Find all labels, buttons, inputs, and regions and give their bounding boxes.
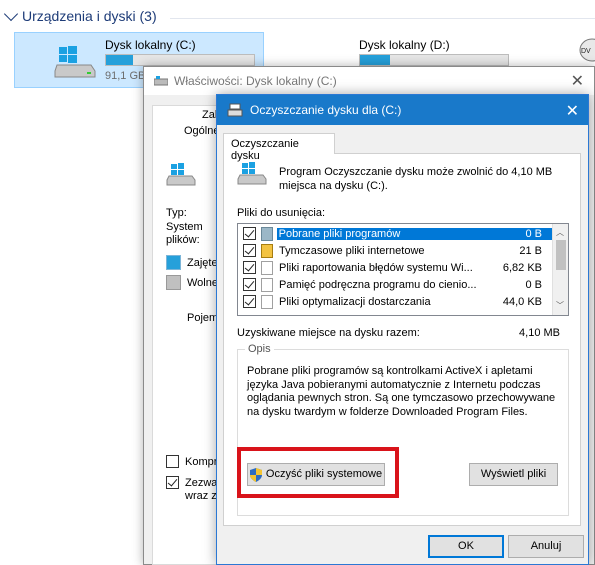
tab-general[interactable]: Ogólne <box>184 125 219 137</box>
file-checkbox[interactable] <box>243 261 256 274</box>
intro-line1: Program Oczyszczanie dysku może zwolnić … <box>279 166 553 178</box>
cancel-button[interactable]: Anuluj <box>508 535 584 558</box>
hard-drive-icon <box>154 76 168 86</box>
used-color-swatch <box>166 255 181 270</box>
section-divider <box>170 18 595 19</box>
drive-c-name: Dysk lokalny (C:) <box>105 38 196 52</box>
free-color-swatch <box>166 275 181 290</box>
file-size: 44,0 KB <box>502 295 542 308</box>
file-name: Pliki raportowania błędów systemu Wi... <box>279 261 473 274</box>
capacity-label: Pojem <box>187 312 219 324</box>
file-name: Pobrane pliki programów <box>278 227 401 240</box>
drives-section-header[interactable]: Urządzenia i dyski (3) <box>3 6 157 24</box>
file-size: 6,82 KB <box>502 261 542 274</box>
lock-icon <box>261 243 273 258</box>
drive-c-usage-bar <box>105 54 255 66</box>
dvd-drive-icon: DV <box>579 38 595 62</box>
hard-drive-icon <box>237 162 267 185</box>
drive-c-free-text: 91,1 GB <box>105 70 146 82</box>
file-checkbox[interactable] <box>243 278 256 291</box>
scrollbar-thumb[interactable] <box>556 240 566 270</box>
list-item[interactable]: Tymczasowe pliki internetowe 21 B <box>238 242 568 259</box>
file-icon <box>260 226 273 241</box>
disk-cleanup-dialog: Oczyszczanie dysku dla (C:) ✕ Oczyszczan… <box>216 94 589 565</box>
file-icon <box>261 294 273 309</box>
list-scrollbar[interactable]: ︿ ﹀ <box>552 224 568 315</box>
drive-d-usage-bar <box>359 54 509 66</box>
cleanup-title-bar[interactable]: Oczyszczanie dysku dla (C:) <box>217 95 588 125</box>
description-text: Pobrane pliki programów są kontrolkami A… <box>247 365 556 418</box>
list-item[interactable]: Pobrane pliki programów 0 B <box>238 225 568 242</box>
ok-button[interactable]: OK <box>428 535 504 558</box>
index-option[interactable]: Zezwal <box>166 476 220 489</box>
file-name: Tymczasowe pliki internetowe <box>279 244 425 257</box>
index-checkbox[interactable] <box>166 476 179 489</box>
intro-line2: miejsca na dysku (C:). <box>279 180 388 192</box>
total-label: Uzyskiwane miejsce na dysku razem: <box>237 327 420 339</box>
index-label-line1: Zezwal <box>185 476 220 489</box>
file-checkbox[interactable] <box>243 295 256 308</box>
used-label: Zajęte <box>187 257 218 269</box>
chevron-down-icon <box>3 6 19 22</box>
properties-title-bar[interactable]: Właściwości: Dysk lokalny (C:) <box>144 67 594 95</box>
tab-disk-cleanup[interactable]: Oczyszczanie dysku <box>223 133 335 162</box>
description-title: Opis <box>245 343 274 355</box>
free-label: Wolne <box>187 277 218 289</box>
hard-drive-icon <box>54 46 96 78</box>
chevron-up-icon[interactable]: ︿ <box>556 227 564 238</box>
compress-option[interactable]: Kompre <box>166 455 224 468</box>
fs-label-line1: System <box>166 221 203 233</box>
file-checkbox[interactable] <box>243 244 256 257</box>
disk-cleanup-icon <box>227 103 243 117</box>
list-item[interactable]: Pamięć podręczna programu do cienio... 0… <box>238 276 568 293</box>
type-label: Typ: <box>166 207 187 219</box>
close-icon[interactable]: ✕ <box>566 101 579 121</box>
file-size: 0 B <box>525 278 542 291</box>
cleanup-title: Oczyszczanie dysku dla (C:) <box>250 103 402 117</box>
file-checkbox[interactable] <box>243 227 256 240</box>
file-icon <box>261 260 273 275</box>
close-icon[interactable]: ✕ <box>571 71 584 91</box>
files-label: Pliki do usunięcia: <box>237 207 326 219</box>
drives-section-title: Urządzenia i dyski (3) <box>22 8 157 24</box>
file-name: Pliki optymalizacji dostarczania <box>279 295 431 308</box>
file-icon <box>261 277 273 292</box>
total-value: 4,10 MB <box>519 327 560 339</box>
file-size: 0 B <box>525 227 542 240</box>
drive-d-tile[interactable]: Dysk lokalny (D:) <box>330 34 580 66</box>
properties-title: Właściwości: Dysk lokalny (C:) <box>174 74 337 88</box>
files-list[interactable]: Pobrane pliki programów 0 B Tymczasowe p… <box>237 223 569 316</box>
fs-label-line2: plików: <box>166 234 200 246</box>
shield-icon <box>249 467 262 482</box>
list-item[interactable]: Pliki raportowania błędów systemu Wi... … <box>238 259 568 276</box>
compress-checkbox[interactable] <box>166 455 179 468</box>
clean-system-files-label: Oczyść pliki systemowe <box>265 468 383 480</box>
index-label-line2: wraz z <box>185 490 217 502</box>
view-files-button[interactable]: Wyświetl pliki <box>469 463 558 486</box>
list-item[interactable]: Pliki optymalizacji dostarczania 44,0 KB <box>238 293 568 310</box>
file-size: 21 B <box>519 244 542 257</box>
hard-drive-icon <box>166 163 196 186</box>
file-name: Pamięć podręczna programu do cienio... <box>279 278 477 291</box>
clean-system-files-button[interactable]: Oczyść pliki systemowe <box>247 463 385 486</box>
svg-text:DV: DV <box>581 48 591 55</box>
chevron-down-icon[interactable]: ﹀ <box>556 300 564 311</box>
drive-d-name: Dysk lokalny (D:) <box>359 38 450 52</box>
